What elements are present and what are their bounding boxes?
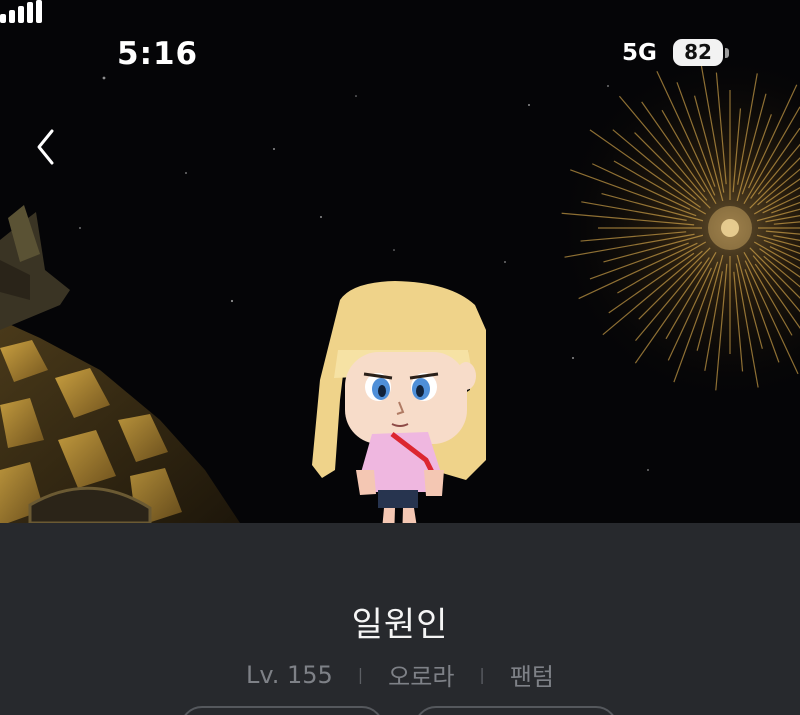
action-button-left[interactable] — [180, 706, 384, 715]
meta-divider-icon: | — [357, 665, 364, 684]
action-button-right[interactable] — [414, 706, 618, 715]
character-name: 일원인 — [351, 605, 449, 645]
back-button[interactable] — [29, 123, 69, 171]
character-info-panel: 일원인 Lv. 155 | 오로라 | 팬텀 — [0, 523, 800, 715]
status-time: 5:16 — [117, 36, 199, 72]
status-bar: 5:16 5G 82 — [0, 0, 800, 105]
meta-divider-icon: | — [479, 665, 485, 684]
character-level: Lv. 155 — [246, 660, 333, 689]
chevron-left-icon — [37, 129, 54, 165]
character-job: 팬텀 — [509, 663, 554, 691]
character-world: 오로라 — [388, 663, 455, 691]
signal-bars-icon — [0, 0, 42, 23]
network-type: 5G — [622, 40, 657, 66]
character-hero-banner: 5:16 5G 82 — [0, 0, 800, 523]
battery-indicator: 82 — [673, 39, 729, 67]
character-profile-screen: 5:16 5G 82 일원인 Lv. 155 | 오로라 | 팬텀 — [0, 0, 800, 715]
character-meta-row: Lv. 155 | 오로라 | 팬텀 — [0, 657, 800, 692]
battery-cap — [725, 48, 729, 58]
battery-level: 82 — [673, 39, 723, 66]
